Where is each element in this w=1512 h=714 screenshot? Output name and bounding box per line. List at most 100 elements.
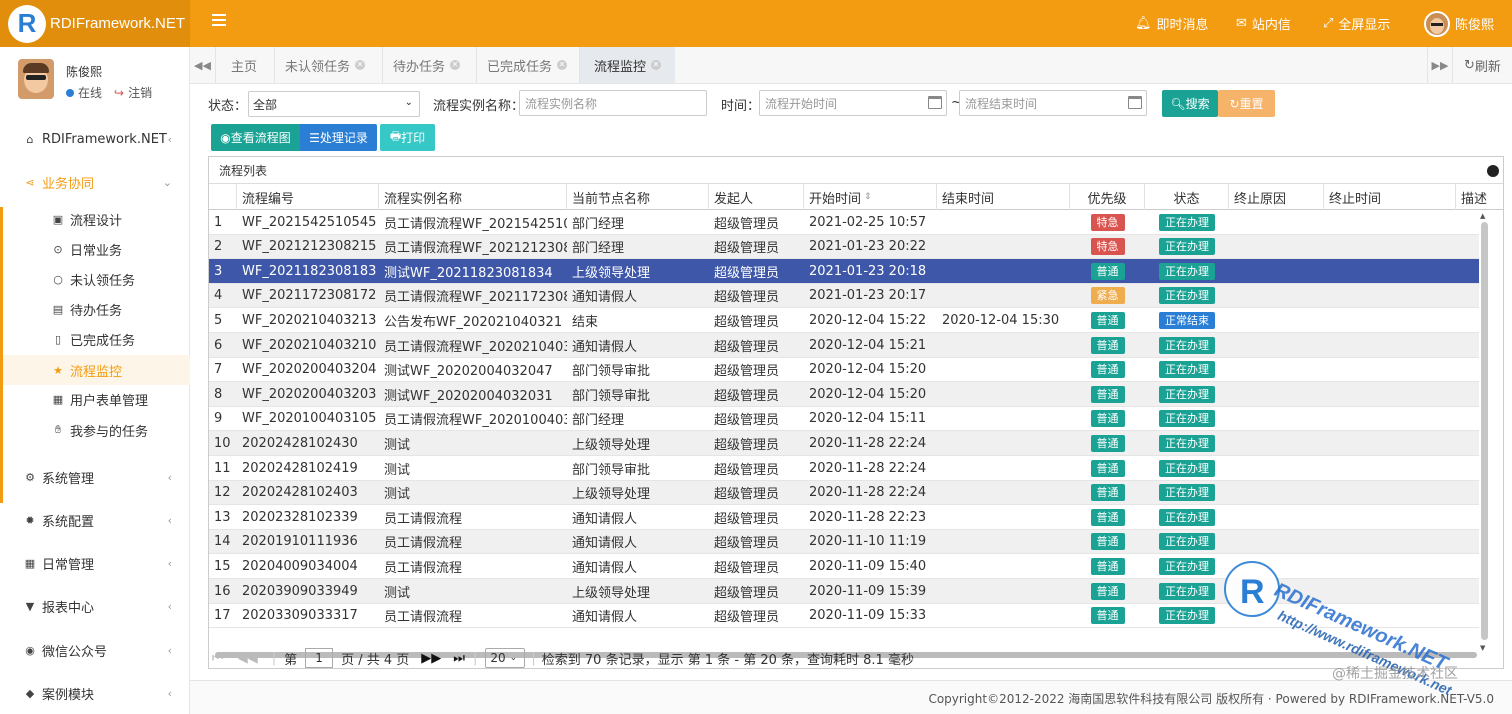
table-row[interactable]: 8 WF_2020200403203 测试WF_20202004032031 部门领导… bbox=[209, 382, 1479, 407]
instant-messages-link[interactable]: 🔔︎ 即时消息 bbox=[1135, 0, 1209, 47]
row-index: 6 bbox=[214, 337, 223, 353]
hamburger-menu-icon[interactable] bbox=[212, 14, 226, 26]
col-priority[interactable]: 优先级 bbox=[1070, 184, 1145, 210]
sidebar-item-flow-design[interactable]: ▣ 流程设计 bbox=[0, 205, 190, 233]
start-time-placeholder: 流程开始时间 bbox=[765, 96, 838, 111]
col-id[interactable]: 流程编号 bbox=[237, 184, 379, 210]
row-index: 2 bbox=[214, 239, 223, 255]
col-end-time[interactable]: 结束时间 bbox=[937, 184, 1070, 210]
sidebar-item-unclaimed[interactable]: ○ 未认领任务 bbox=[0, 265, 190, 293]
tab-scroll-right-icon[interactable]: ▶▶ bbox=[1427, 47, 1453, 83]
start-time: 2020-11-09 15:33 bbox=[809, 608, 927, 624]
close-icon[interactable]: ✕ bbox=[557, 60, 568, 70]
table-row[interactable]: 6 WF_2020210403210 员工请假流程WF_20202104032 通知请… bbox=[209, 333, 1479, 358]
tab-monitor[interactable]: 流程监控 ✕ bbox=[579, 47, 676, 83]
col-node-name[interactable]: 当前节点名称 bbox=[567, 184, 709, 210]
refresh-button[interactable]: ↻ 刷新 bbox=[1464, 47, 1501, 83]
table-row[interactable]: 9 WF_2020100403105 员工请假流程WF_20201004031 部门经… bbox=[209, 407, 1479, 432]
initiator: 超级管理员 bbox=[714, 364, 780, 380]
view-flowchart-button[interactable]: ◉ 查看流程图 bbox=[211, 124, 300, 151]
table-row[interactable]: 2 WF_2021212308215 员工请假流程WF_20212123082 部门经… bbox=[209, 234, 1479, 260]
last-page-icon[interactable]: ⏭ bbox=[453, 651, 465, 666]
search-button[interactable]: 🔍︎ 搜索 bbox=[1162, 90, 1218, 117]
close-icon[interactable]: ✕ bbox=[355, 60, 366, 70]
table-row[interactable]: 3 WF_2021182308183 测试WF_20211823081834 上级领导… bbox=[209, 259, 1479, 284]
sidebar-item-business[interactable]: ⋖ 业务协同 ⌄ bbox=[0, 168, 190, 196]
fullscreen-link[interactable]: ⤢ 全屏显示 bbox=[1323, 0, 1390, 47]
table-row[interactable]: 1 WF_2021542510545 员工请假流程WF_20215425105 部门经… bbox=[209, 210, 1479, 235]
initiator: 超级管理员 bbox=[714, 265, 780, 281]
end-time-input[interactable]: 流程结束时间 bbox=[959, 90, 1147, 116]
sidebar-item-reports[interactable]: ▼ 报表中心 ‹ bbox=[0, 592, 190, 620]
process-id: WF_2021172308172 bbox=[242, 288, 377, 304]
sidebar-item-config[interactable]: ✹ 系统配置 ‹ bbox=[0, 506, 190, 534]
sidebar-item-cases[interactable]: ◆ 案例模块 ‹ bbox=[0, 679, 190, 707]
page-input[interactable]: 1 bbox=[305, 648, 334, 668]
table-row[interactable]: 12 20202428102403 测试 上级领导处理 超级管理员 2020-11-28 … bbox=[209, 480, 1479, 506]
sidebar-item-rdiframework[interactable]: ⌂ RDIFramework.NET ‹ bbox=[0, 125, 190, 153]
start-time-input[interactable]: 流程开始时间 bbox=[759, 90, 947, 116]
table-row[interactable]: 13 20202328102339 员工请假流程 通知请假人 超级管理员 2020-11-… bbox=[209, 505, 1479, 530]
table-cell: 正在办理 bbox=[1145, 554, 1229, 578]
instance-name-input[interactable]: 流程实例名称 bbox=[519, 90, 707, 116]
priority-badge: 普通 bbox=[1090, 410, 1125, 428]
sidebar-item-completed[interactable]: ▯ 已完成任务 bbox=[0, 325, 190, 353]
tab-scroll-left-icon[interactable]: ◀◀ bbox=[190, 47, 216, 83]
prev-page-icon[interactable]: ◀◀ bbox=[238, 651, 258, 666]
col-initiator[interactable]: 发起人 bbox=[709, 184, 804, 210]
reset-button[interactable]: ↻ 重置 bbox=[1218, 90, 1275, 117]
sort-icon[interactable]: ⇕ bbox=[864, 192, 872, 202]
initiator: 超级管理员 bbox=[714, 241, 780, 257]
watermark-community: @稀土掘金技术社区 bbox=[1332, 666, 1458, 682]
table-row[interactable]: 7 WF_2020200403204 测试WF_20202004032047 部门领导… bbox=[209, 358, 1479, 383]
process-id: 20203309033317 bbox=[242, 608, 358, 624]
tab-home[interactable]: 主页 bbox=[220, 47, 268, 83]
status-select-value: 全部 bbox=[253, 97, 278, 112]
scroll-up-icon[interactable]: ▲ bbox=[1480, 212, 1485, 220]
chevron-left-icon: ‹ bbox=[167, 643, 172, 657]
print-button[interactable]: 🖶︎ 打印 bbox=[380, 124, 435, 151]
tab-unclaimed[interactable]: 未认领任务 ✕ bbox=[274, 47, 375, 83]
col-stop-reason[interactable]: 终止原因 bbox=[1229, 184, 1324, 210]
sidebar-item-wechat[interactable]: ◉ 微信公众号 ‹ bbox=[0, 636, 190, 664]
tab-todo[interactable]: 待办任务 ✕ bbox=[382, 47, 470, 83]
next-page-icon[interactable]: ▶▶ bbox=[421, 651, 441, 666]
collapse-icon[interactable] bbox=[1487, 165, 1499, 177]
sidebar-item-todo[interactable]: ▤ 待办任务 bbox=[0, 295, 190, 323]
sidebar-item-daily-mgmt[interactable]: ▦ 日常管理 ‹ bbox=[0, 549, 190, 577]
chevron-left-icon: ‹ bbox=[167, 132, 172, 146]
table-row[interactable]: 10 20202428102430 测试 上级领导处理 超级管理员 2020-11-28 … bbox=[209, 431, 1479, 456]
online-label: 在线 bbox=[78, 86, 103, 100]
user-menu[interactable]: 陈俊熙 bbox=[1424, 0, 1494, 47]
table-row[interactable]: 4 WF_2021172308172 员工请假流程WF_20211723081 通知请… bbox=[209, 283, 1479, 309]
col-instance-name[interactable]: 流程实例名称 bbox=[379, 184, 567, 210]
close-icon[interactable]: ✕ bbox=[651, 60, 662, 70]
first-page-icon[interactable]: ⏮ bbox=[212, 651, 224, 666]
table-row[interactable]: 11 20202428102419 测试 部门领导审批 超级管理员 2020-11-28 … bbox=[209, 456, 1479, 481]
sidebar-item-participated[interactable]: ✋︎ 我参与的任务 bbox=[0, 416, 190, 444]
sidebar-item-forms[interactable]: ▦ 用户表单管理 bbox=[0, 385, 190, 413]
col-status[interactable]: 状态 bbox=[1145, 184, 1229, 210]
sidebar-item-system[interactable]: ⚙ 系统管理 ‹ bbox=[0, 463, 190, 491]
pager-divider: | bbox=[531, 650, 536, 666]
close-icon[interactable]: ✕ bbox=[450, 60, 461, 70]
table-row[interactable]: 14 20201910111936 员工请假流程 通知请假人 超级管理员 2020-11-… bbox=[209, 529, 1479, 555]
inbox-link[interactable]: ✉ 站内信 bbox=[1236, 0, 1291, 47]
col-description[interactable]: 描述 bbox=[1456, 184, 1503, 210]
instance-name: 测试WF_20202004032047 bbox=[384, 364, 553, 380]
calendar-icon[interactable] bbox=[1128, 96, 1142, 109]
col-stop-time[interactable]: 终止时间 bbox=[1324, 184, 1456, 210]
status-select[interactable]: 全部 ⌄ bbox=[248, 91, 420, 117]
page-size-select[interactable]: 20 ⌄ bbox=[485, 648, 526, 668]
table-row[interactable]: 5 WF_2020210403213 公告发布WF_202021040321 结束 超级… bbox=[209, 308, 1479, 333]
logo[interactable]: R RDIFramework.NET bbox=[0, 0, 190, 47]
col-start-time[interactable]: 开始时间 ⇕ bbox=[804, 184, 937, 210]
records-button[interactable]: ☰ 处理记录 bbox=[300, 124, 377, 151]
tab-completed[interactable]: 已完成任务 ✕ bbox=[476, 47, 577, 83]
sidebar-item-monitor[interactable]: ★ 流程监控 bbox=[0, 355, 190, 385]
logout-link[interactable]: 注销 bbox=[128, 84, 152, 101]
calendar-icon[interactable] bbox=[928, 96, 942, 109]
case-icon: ◆ bbox=[25, 686, 35, 700]
fullscreen-label: 全屏显示 bbox=[1338, 18, 1391, 33]
sidebar-item-daily[interactable]: ⊙ 日常业务 bbox=[0, 235, 190, 263]
